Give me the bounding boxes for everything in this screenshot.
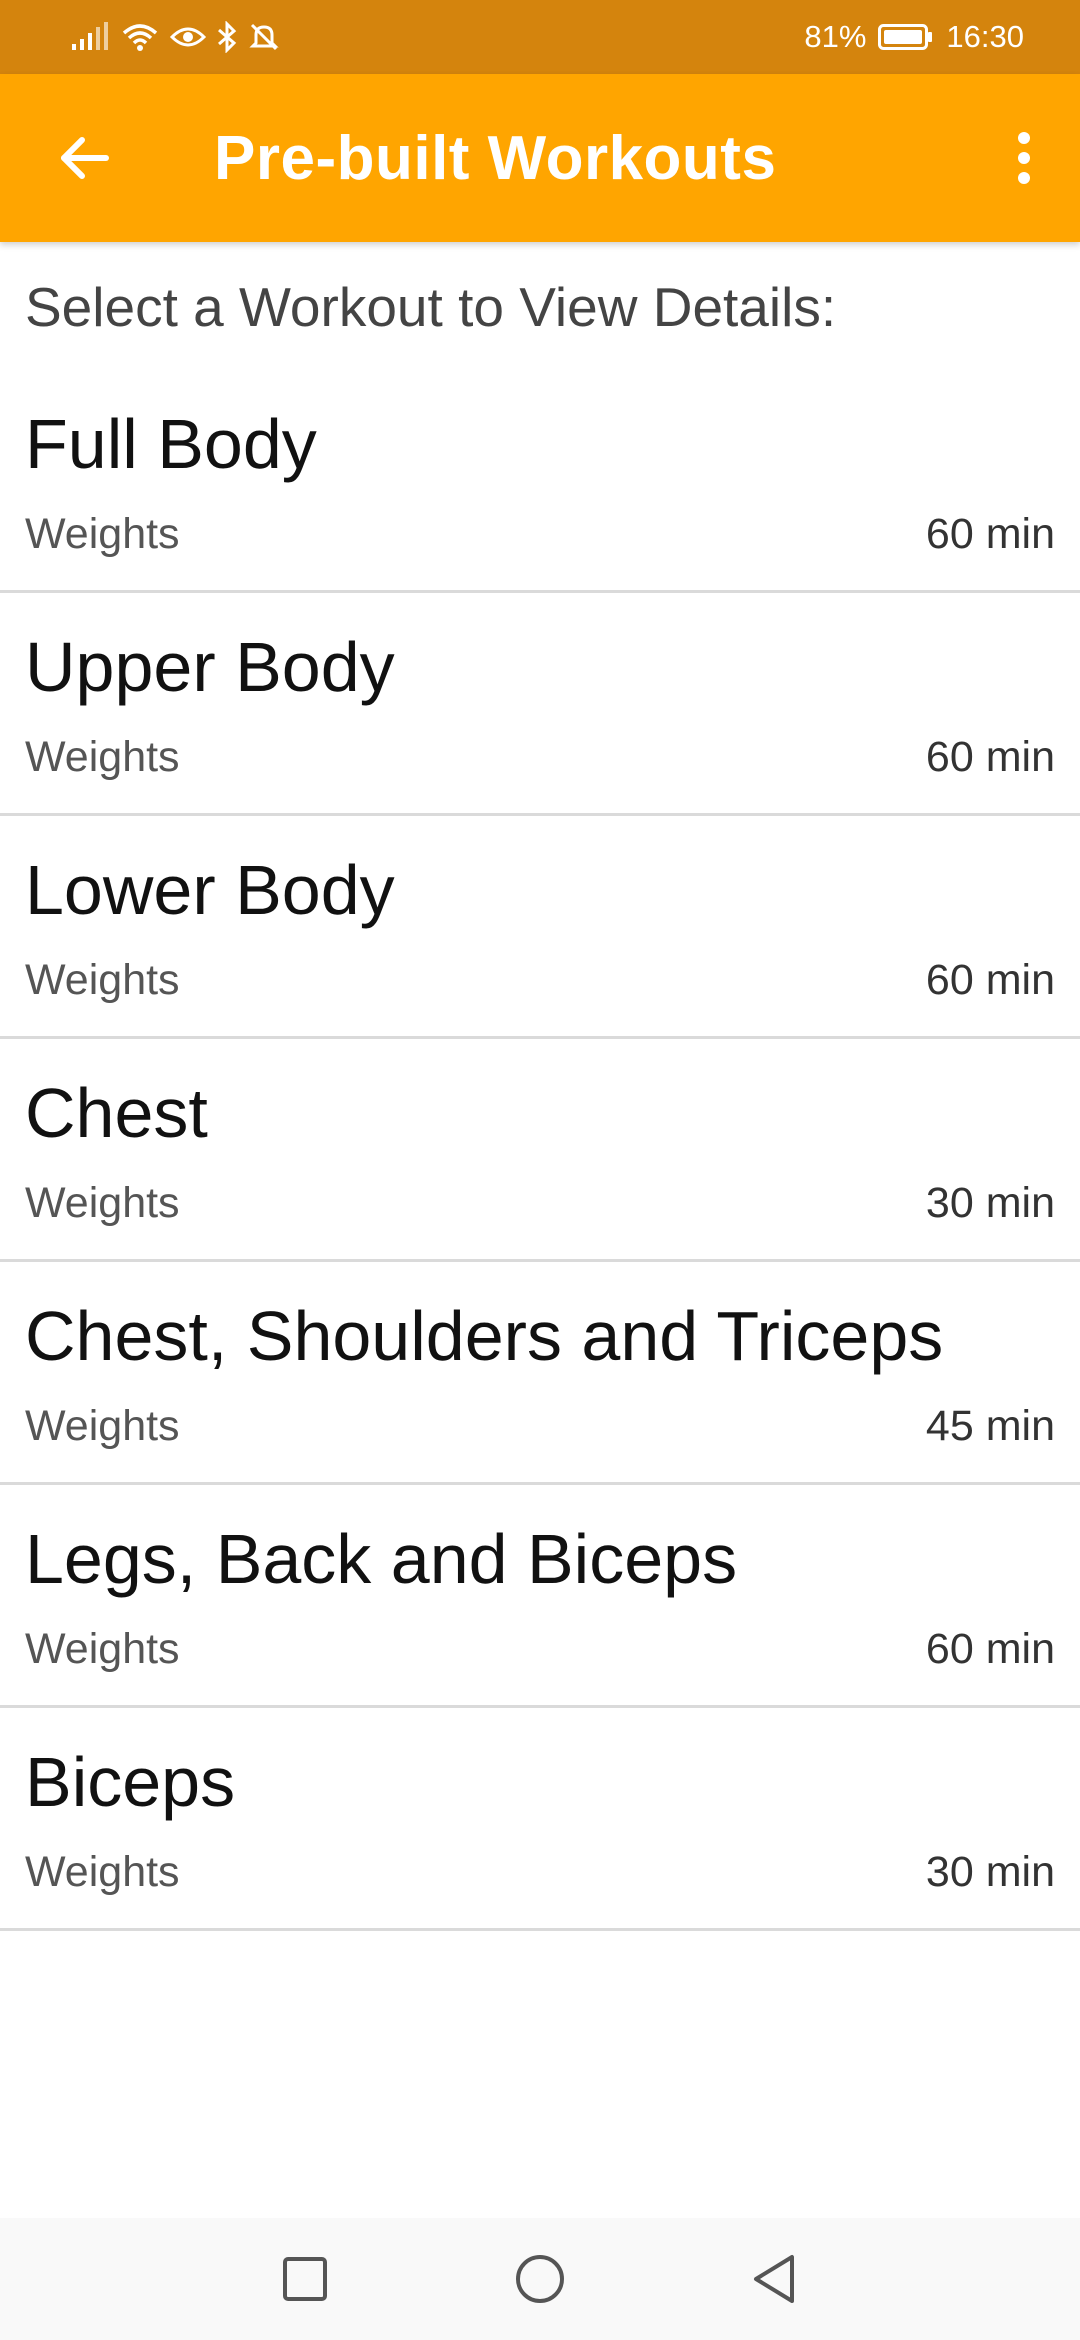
workout-type: Weights — [25, 956, 180, 1004]
system-nav-bar — [0, 2218, 1080, 2340]
eye-icon — [170, 27, 206, 47]
workout-type: Weights — [25, 733, 180, 781]
workout-name: Upper Body — [25, 628, 395, 706]
workout-duration: 30 min — [925, 1848, 1055, 1896]
workout-item-upper-body[interactable]: Upper Body Weights 60 min — [0, 593, 1080, 816]
workout-duration: 60 min — [925, 1625, 1055, 1673]
status-icons — [70, 21, 280, 53]
workout-duration: 60 min — [925, 956, 1055, 1004]
recents-button[interactable] — [275, 2249, 335, 2309]
more-vert-icon — [1018, 132, 1030, 184]
back-nav-button[interactable] — [745, 2249, 805, 2309]
wifi-icon — [122, 24, 158, 51]
workout-name: Full Body — [25, 405, 317, 483]
workout-item-legs-back-biceps[interactable]: Legs, Back and Biceps Weights 60 min — [0, 1485, 1080, 1708]
workout-type: Weights — [25, 1625, 180, 1673]
workout-name: Biceps — [25, 1743, 236, 1821]
alarm-off-icon — [249, 23, 279, 51]
app-bar: Pre-built Workouts — [0, 74, 1080, 242]
arrow-back-icon — [61, 137, 109, 179]
workout-name: Lower Body — [25, 851, 395, 929]
workout-item-chest[interactable]: Chest Weights 30 min — [0, 1039, 1080, 1262]
workout-name: Chest — [25, 1074, 208, 1152]
status-bar: 81% 16:30 — [0, 0, 1080, 74]
workout-duration: 45 min — [925, 1402, 1055, 1450]
workout-item-biceps[interactable]: Biceps Weights 30 min — [0, 1708, 1080, 1931]
workout-name: Legs, Back and Biceps — [25, 1520, 738, 1598]
workout-type: Weights — [25, 1179, 180, 1227]
home-button[interactable] — [510, 2249, 570, 2309]
bluetooth-icon — [218, 21, 237, 53]
workout-duration: 30 min — [925, 1179, 1055, 1227]
workout-item-chest-shoulders-triceps[interactable]: Chest, Shoulders and Triceps Weights 45 … — [0, 1262, 1080, 1485]
workout-name: Chest, Shoulders and Triceps — [25, 1297, 944, 1375]
more-options-button[interactable] — [994, 108, 1054, 208]
circle-icon — [516, 2255, 564, 2303]
workout-type: Weights — [25, 510, 180, 558]
select-prompt: Select a Workout to View Details: — [25, 276, 837, 338]
workout-duration: 60 min — [925, 733, 1055, 781]
workout-item-full-body[interactable]: Full Body Weights 60 min — [0, 370, 1080, 593]
status-right: 81% 16:30 — [804, 19, 1024, 55]
signal-icon — [72, 22, 108, 50]
status-time: 16:30 — [946, 19, 1024, 54]
workout-type: Weights — [25, 1402, 180, 1450]
workout-type: Weights — [25, 1848, 180, 1896]
triangle-back-icon — [754, 2255, 794, 2303]
page-title: Pre-built Workouts — [214, 123, 777, 193]
square-icon — [283, 2257, 327, 2301]
battery-percent: 81% — [804, 19, 867, 54]
workout-duration: 60 min — [925, 510, 1055, 558]
back-button[interactable] — [34, 108, 134, 208]
workout-list: Full Body Weights 60 min Upper Body Weig… — [0, 370, 1080, 1931]
workout-item-lower-body[interactable]: Lower Body Weights 60 min — [0, 816, 1080, 1039]
battery-icon — [878, 23, 934, 51]
